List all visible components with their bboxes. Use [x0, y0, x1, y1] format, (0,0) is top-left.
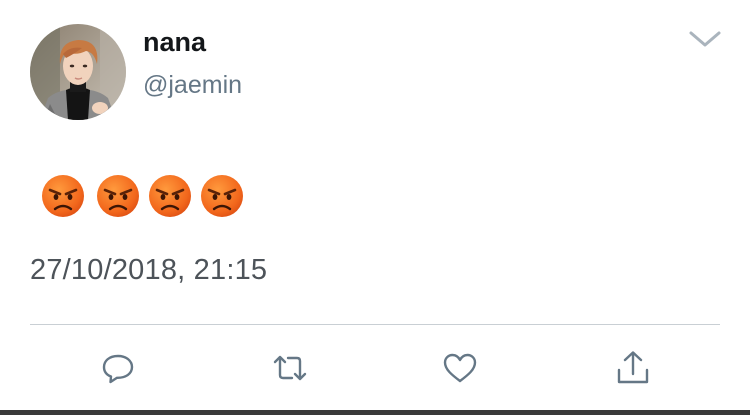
- retweet-icon[interactable]: [270, 348, 310, 388]
- avatar[interactable]: [30, 24, 126, 120]
- bottom-border: [0, 410, 750, 415]
- share-icon[interactable]: [613, 348, 653, 388]
- reply-icon[interactable]: [98, 348, 138, 388]
- angry-face-icon: [95, 173, 141, 219]
- angry-face-icon: [40, 173, 86, 219]
- display-name[interactable]: nana: [143, 27, 206, 58]
- user-handle[interactable]: @jaemin: [143, 71, 242, 100]
- like-icon[interactable]: [440, 348, 480, 388]
- tweet-card: nana @jaemin 27/10/2018, 21:15: [0, 0, 750, 415]
- angry-face-icon: [199, 173, 245, 219]
- tweet-timestamp[interactable]: 27/10/2018, 21:15: [30, 254, 267, 287]
- chevron-down-icon[interactable]: [686, 26, 724, 52]
- angry-face-icon: [147, 173, 193, 219]
- divider: [30, 324, 720, 325]
